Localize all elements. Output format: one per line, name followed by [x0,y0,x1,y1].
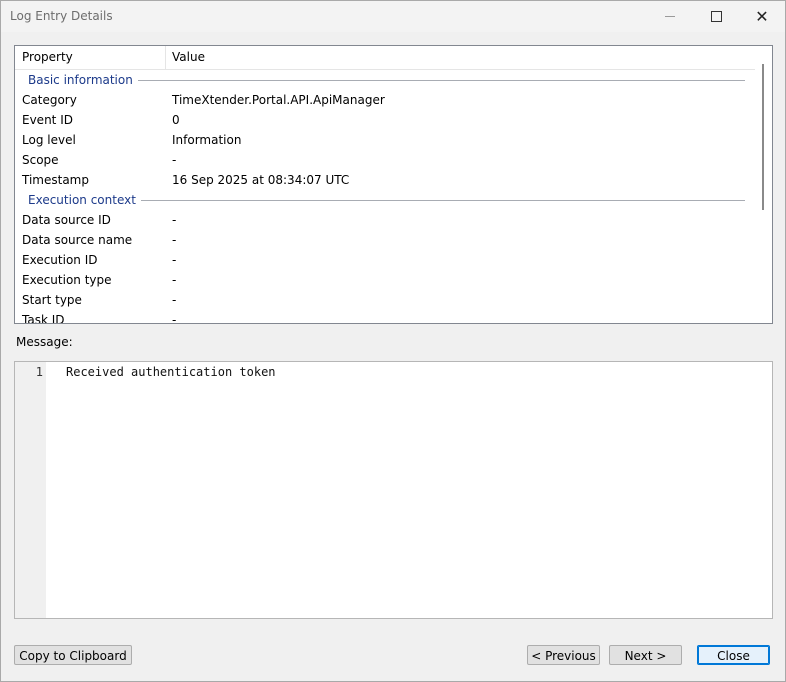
column-header-value[interactable]: Value [166,46,752,69]
window-title: Log Entry Details [10,9,113,23]
property-row[interactable]: Category TimeXtender.Portal.API.ApiManage… [15,90,755,110]
property-name: Event ID [22,113,73,127]
scrollbar-thumb[interactable] [762,64,764,210]
maximize-button[interactable] [693,1,739,32]
minimize-button[interactable] [647,1,693,32]
property-value: TimeXtender.Portal.API.ApiManager [172,93,385,107]
property-row[interactable]: Event ID 0 [15,110,755,130]
grid-header: Property Value [15,46,755,70]
property-name: Task ID [22,313,65,324]
copy-to-clipboard-button[interactable]: Copy to Clipboard [14,645,132,665]
property-name: Log level [22,133,76,147]
property-name: Data source name [22,233,133,247]
minimize-icon [665,15,675,17]
grid-scrollbar[interactable] [755,46,772,323]
property-grid[interactable]: Property Value Basic information Category… [14,45,773,324]
property-row[interactable]: Scope - [15,150,755,170]
property-row[interactable]: Data source ID - [15,210,755,230]
property-name: Category [22,93,77,107]
property-value: - [172,313,177,324]
property-value: - [172,293,177,307]
group-label: Basic information [28,70,138,90]
close-window-button[interactable]: ✕ [739,1,785,32]
property-row[interactable]: Timestamp 16 Sep 2025 at 08:34:07 UTC [15,170,755,190]
message-text[interactable]: Received authentication token [66,365,276,379]
property-name: Execution type [22,273,112,287]
property-value: - [172,233,177,247]
property-name: Scope [22,153,59,167]
property-value: - [172,153,177,167]
property-name: Timestamp [22,173,89,187]
title-bar: Log Entry Details ✕ [1,1,785,32]
property-name: Execution ID [22,253,98,267]
log-entry-details-window: Log Entry Details ✕ Property Value Basic… [0,0,786,682]
property-row[interactable]: Task ID - [15,310,755,324]
message-editor[interactable]: 1 Received authentication token [14,361,773,619]
previous-button[interactable]: < Previous [527,645,600,665]
property-value: - [172,273,177,287]
maximize-icon [710,10,722,22]
property-row[interactable]: Data source name - [15,230,755,250]
grid-rows: Basic information Category TimeXtender.Por… [15,70,755,324]
property-row[interactable]: Log level Information [15,130,755,150]
line-number: 1 [35,365,43,379]
close-button[interactable]: Close [697,645,770,665]
property-row[interactable]: Execution type - [15,270,755,290]
column-header-property[interactable]: Property [15,46,166,69]
group-header[interactable]: Execution context [15,190,755,210]
message-label: Message: [16,335,73,349]
property-value: 16 Sep 2025 at 08:34:07 UTC [172,173,350,187]
property-value: Information [172,133,242,147]
property-row[interactable]: Start type - [15,290,755,310]
property-value: 0 [172,113,180,127]
line-number-gutter: 1 [15,362,46,618]
group-label: Execution context [28,190,141,210]
property-row[interactable]: Execution ID - [15,250,755,270]
group-header[interactable]: Basic information [15,70,755,90]
property-name: Data source ID [22,213,111,227]
property-value: - [172,213,177,227]
close-icon: ✕ [755,7,769,26]
property-name: Start type [22,293,82,307]
property-value: - [172,253,177,267]
next-button[interactable]: Next > [609,645,682,665]
